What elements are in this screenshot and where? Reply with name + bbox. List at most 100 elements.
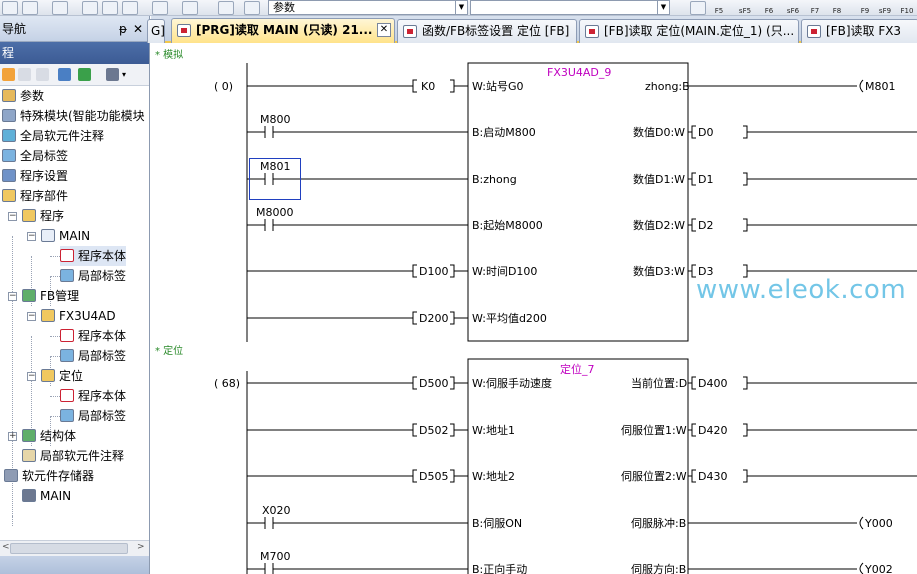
chevron-down-icon[interactable]: ▾ (122, 68, 129, 81)
output-variable[interactable]: D400 (698, 377, 727, 390)
tree-item-fb-management[interactable]: FB管理 (22, 286, 79, 306)
tab-label: 函数/FB标签设置 定位 [FB] (422, 24, 570, 38)
tree-item-main-local-label[interactable]: 局部标签 (60, 266, 126, 286)
collapse-toggle[interactable]: − (27, 312, 36, 321)
toolbar-button-6[interactable] (122, 1, 138, 15)
fb-input-port: B:伺服ON (472, 517, 523, 530)
close-icon[interactable]: ✕ (377, 23, 391, 37)
tab-fb-positioning[interactable]: [FB]读取 定位(MAIN.定位_1) (只... (579, 19, 799, 43)
tree-item-positioning-local-label[interactable]: 局部标签 (60, 406, 126, 426)
tree-item-label: MAIN (40, 489, 72, 503)
toolbar-button-5[interactable] (102, 1, 118, 15)
fb-input-port: W:地址2 (472, 470, 515, 483)
input-variable[interactable]: D505 (419, 470, 448, 483)
tree-item-memory-main[interactable]: MAIN (22, 486, 71, 506)
tree-item-program[interactable]: 程序 (22, 206, 64, 226)
paste-icon[interactable] (36, 68, 49, 81)
contact-label[interactable]: M8000 (256, 206, 294, 219)
program-icon (41, 229, 55, 242)
fb-input-port: W:平均值d200 (472, 312, 547, 325)
collapse-toggle[interactable]: − (8, 292, 17, 301)
tab-fb-fx3[interactable]: [FB]读取 FX3 (801, 19, 917, 43)
label-combo[interactable]: ▼ (470, 0, 670, 15)
output-variable[interactable]: D420 (698, 424, 727, 437)
tree-item-fx3u4ad[interactable]: FX3U4AD (41, 306, 116, 326)
navigation-horizontal-scrollbar[interactable]: < > (0, 540, 149, 556)
input-variable[interactable]: D100 (419, 265, 448, 278)
tree-item-label: 软元件存储器 (22, 469, 95, 483)
tree-item-label: MAIN (59, 229, 91, 243)
chevron-down-icon[interactable]: ▼ (657, 1, 669, 14)
tree-item-global-comment[interactable]: 全局软元件注释 (2, 126, 104, 146)
tree-item-intelligent-module[interactable]: 特殊模块(智能功能模块 (2, 106, 145, 126)
tree-item-main[interactable]: MAIN (41, 226, 90, 246)
toolbar-button-3[interactable] (52, 1, 68, 15)
tool-icon[interactable] (244, 1, 260, 15)
fb-input-port: W:站号G0 (472, 80, 524, 93)
collapse-toggle[interactable]: − (27, 372, 36, 381)
refresh-icon[interactable] (78, 68, 91, 81)
settings-icon[interactable] (106, 68, 119, 81)
search-icon[interactable] (182, 1, 198, 15)
tree-item-parameter[interactable]: 参数 (2, 86, 44, 106)
contact-label[interactable]: M801 (260, 160, 291, 173)
input-variable[interactable]: D500 (419, 377, 448, 390)
tree-item-device-memory[interactable]: 软元件存储器 (2, 466, 94, 486)
main-toolbar: 参数 ▼ ▼ F5 sF5 F6 sF6 F7 F8 F9 sF9 F10 (0, 0, 917, 16)
fb-instance-name[interactable]: FX3U4AD_9 (547, 66, 611, 79)
pin-icon[interactable]: ᵽ (119, 16, 127, 42)
tree-item-fx3u4ad-body[interactable]: 程序本体 (60, 326, 126, 346)
toolbar-button-4[interactable] (82, 1, 98, 15)
tree-item-global-label[interactable]: 全局标签 (2, 146, 68, 166)
input-variable[interactable]: K0 (421, 80, 435, 93)
tree-item-positioning-body[interactable]: 程序本体 (60, 386, 126, 406)
fb-input-port: W:伺服手动速度 (472, 377, 552, 390)
tree-item-positioning[interactable]: 定位 (41, 366, 83, 386)
tree-item-label: 程序 (40, 209, 65, 223)
tree-item-program-parts[interactable]: 程序部件 (2, 186, 68, 206)
output-variable[interactable]: D1 (698, 173, 713, 186)
output-coil-label[interactable]: Y002 (865, 563, 893, 574)
tree-item-main-body[interactable]: 程序本体 (60, 246, 127, 266)
toolbar-button-1[interactable] (2, 1, 18, 15)
output-variable[interactable]: D430 (698, 470, 727, 483)
ladder-editor[interactable]: * 模拟 ( 0) FX3U4AD_9 M800 M801 M8000 K0 D… (151, 45, 917, 574)
view-icon[interactable] (152, 1, 168, 15)
fb-input-port: W:时间D100 (472, 265, 538, 278)
ladder-button-1[interactable] (690, 1, 706, 15)
expand-toggle[interactable]: + (8, 432, 17, 441)
scroll-thumb[interactable] (10, 543, 128, 554)
close-icon[interactable]: ✕ (133, 16, 143, 42)
output-variable[interactable]: D0 (698, 126, 713, 139)
tab-main-program[interactable]: [PRG]读取 MAIN (只读) 21... ✕ (171, 18, 395, 43)
scroll-left-icon[interactable]: < (2, 542, 10, 552)
project-section-header: 程 (0, 42, 149, 64)
scroll-right-icon[interactable]: > (137, 542, 145, 552)
device-combo-value: 参数 (273, 1, 295, 14)
tree-item-struct[interactable]: 结构体 (22, 426, 76, 446)
properties-icon[interactable] (58, 68, 71, 81)
input-variable[interactable]: D502 (419, 424, 448, 437)
tree-item-local-device-comment[interactable]: 局部软元件注释 (22, 446, 124, 466)
collapse-toggle[interactable]: − (27, 232, 36, 241)
output-coil-label[interactable]: Y000 (865, 517, 893, 530)
collapse-toggle[interactable]: − (8, 212, 17, 221)
tab-fb-label-setting[interactable]: 函数/FB标签设置 定位 [FB] (397, 19, 577, 43)
fb-instance-name[interactable]: 定位_7 (560, 363, 595, 376)
tree-item-fx3u4ad-local-label[interactable]: 局部标签 (60, 346, 126, 366)
input-variable[interactable]: D200 (419, 312, 448, 325)
toolbar-button-2[interactable] (22, 1, 38, 15)
copy-icon[interactable] (18, 68, 31, 81)
tree-item-program-setting[interactable]: 程序设置 (2, 166, 68, 186)
contact-label[interactable]: M800 (260, 113, 291, 126)
help-icon[interactable] (218, 1, 234, 15)
chevron-down-icon[interactable]: ▼ (455, 1, 467, 14)
output-coil-label[interactable]: M801 (865, 80, 896, 93)
contact-label[interactable]: X020 (262, 504, 291, 517)
contact-label[interactable]: M700 (260, 550, 291, 563)
output-variable[interactable]: D2 (698, 219, 713, 232)
new-icon[interactable] (2, 68, 15, 81)
tab-previous[interactable]: G] (147, 19, 165, 43)
fb-icon (41, 309, 55, 322)
device-combo[interactable]: 参数 ▼ (268, 0, 468, 15)
